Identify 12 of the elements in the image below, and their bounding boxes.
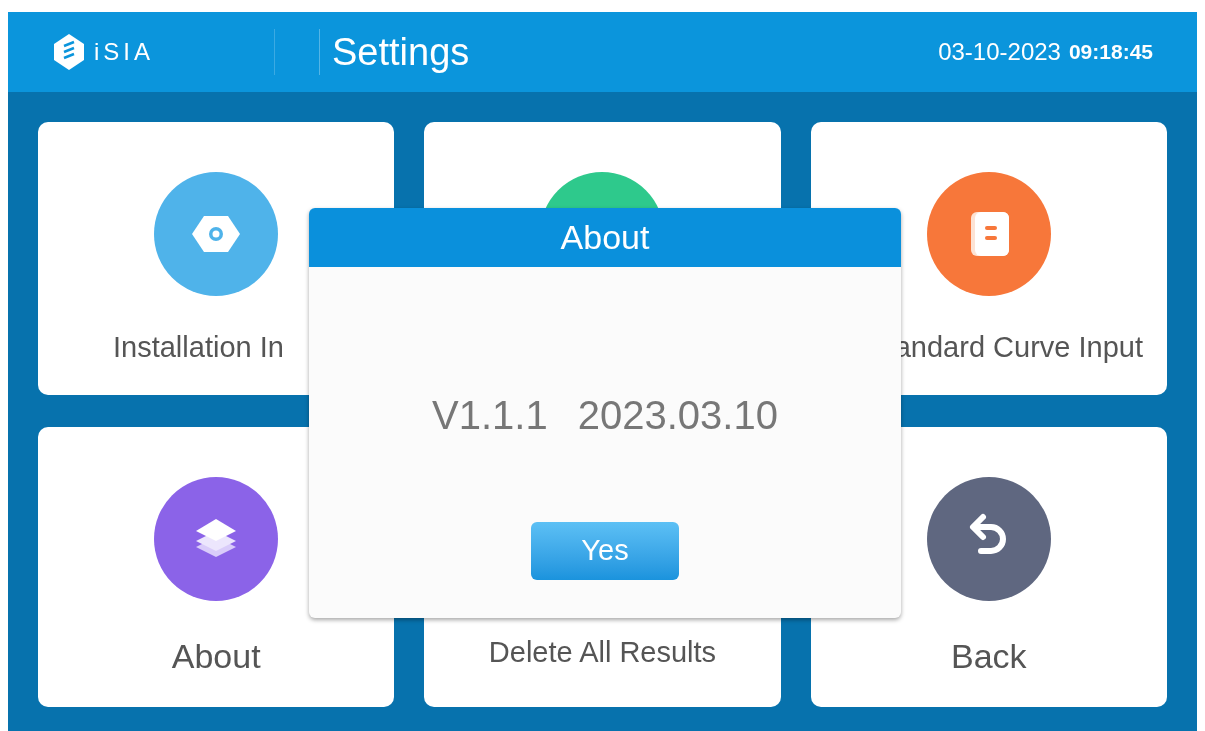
dialog-title: About [560, 217, 650, 258]
tile-label: Delete All Results [488, 634, 717, 670]
build-date-text: 2023.03.10 [577, 392, 778, 439]
logo-text: iSIA [94, 37, 154, 67]
date-text: 03-10-2023 [938, 37, 1061, 67]
tile-label: Back [951, 635, 1027, 677]
version-text: V1.1.1 [432, 392, 548, 439]
page-title: Settings [332, 29, 470, 75]
tile-label: Installation In [113, 330, 284, 365]
tile-label: About [171, 635, 261, 677]
logo-icon [52, 32, 86, 72]
time-text: 09:18:45 [1068, 39, 1153, 66]
